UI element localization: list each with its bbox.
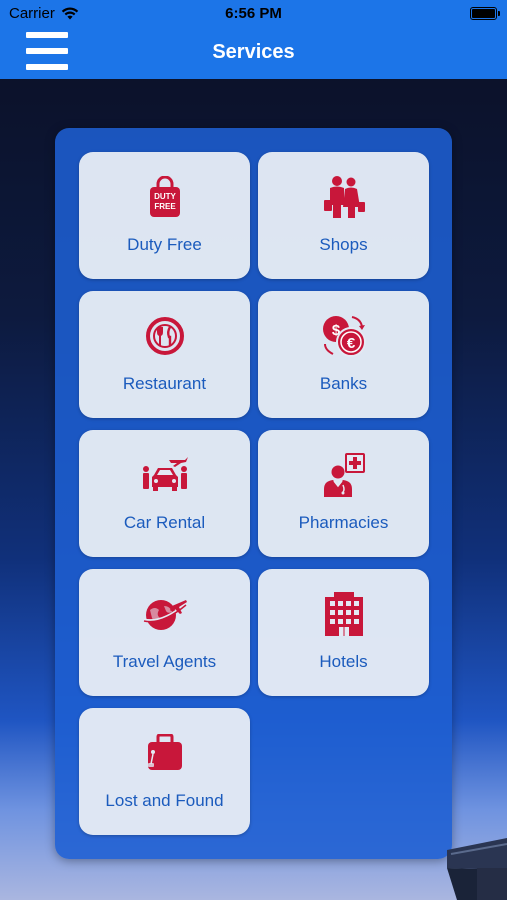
service-tile-pharmacies[interactable]: Pharmacies <box>258 430 429 557</box>
shoppers-icon <box>323 176 365 218</box>
pharmacist-icon <box>323 453 365 497</box>
currency-exchange-icon: $ € <box>322 316 366 357</box>
globe-plane-icon <box>143 600 187 630</box>
status-bar: Carrier 6:56 PM <box>0 0 507 28</box>
service-label: Lost and Found <box>105 791 224 810</box>
service-tile-lost-and-found[interactable]: Lost and Found <box>79 708 250 835</box>
service-label: Pharmacies <box>298 513 389 532</box>
service-label: Banks <box>319 374 368 393</box>
service-tile-duty-free[interactable]: DUTY FREE Duty Free <box>79 152 250 279</box>
nav-bar: Services <box>0 28 507 79</box>
car-rental-icon <box>142 457 188 491</box>
service-label: Hotels <box>319 652 368 671</box>
service-tile-travel-agents[interactable]: Travel Agents <box>79 569 250 696</box>
svg-text:DUTY: DUTY <box>154 192 176 201</box>
service-label: Restaurant <box>122 374 207 393</box>
service-tile-banks[interactable]: $ € Banks <box>258 291 429 418</box>
duty-free-bag-icon: DUTY FREE <box>149 176 180 217</box>
service-label: Travel Agents <box>112 652 217 671</box>
service-label: Car Rental <box>123 513 206 532</box>
service-tile-shops[interactable]: Shops <box>258 152 429 279</box>
service-tile-car-rental[interactable]: Car Rental <box>79 430 250 557</box>
services-panel: DUTY FREE Duty Free Shops Restaurant $ €… <box>55 128 452 859</box>
service-tile-restaurant[interactable]: Restaurant <box>79 291 250 418</box>
service-tile-hotels[interactable]: Hotels <box>258 569 429 696</box>
svg-text:FREE: FREE <box>154 202 176 211</box>
service-label: Duty Free <box>127 235 202 254</box>
svg-text:€: € <box>346 335 355 352</box>
page-title: Services <box>212 41 295 63</box>
status-time: 6:56 PM <box>225 5 282 22</box>
battery-icon <box>470 7 500 20</box>
plate-cutlery-icon <box>145 317 184 355</box>
airplane-wing-image <box>447 838 507 900</box>
service-label: Shops <box>319 235 368 254</box>
suitcase-icon <box>147 734 182 770</box>
hotel-building-icon <box>324 592 363 636</box>
